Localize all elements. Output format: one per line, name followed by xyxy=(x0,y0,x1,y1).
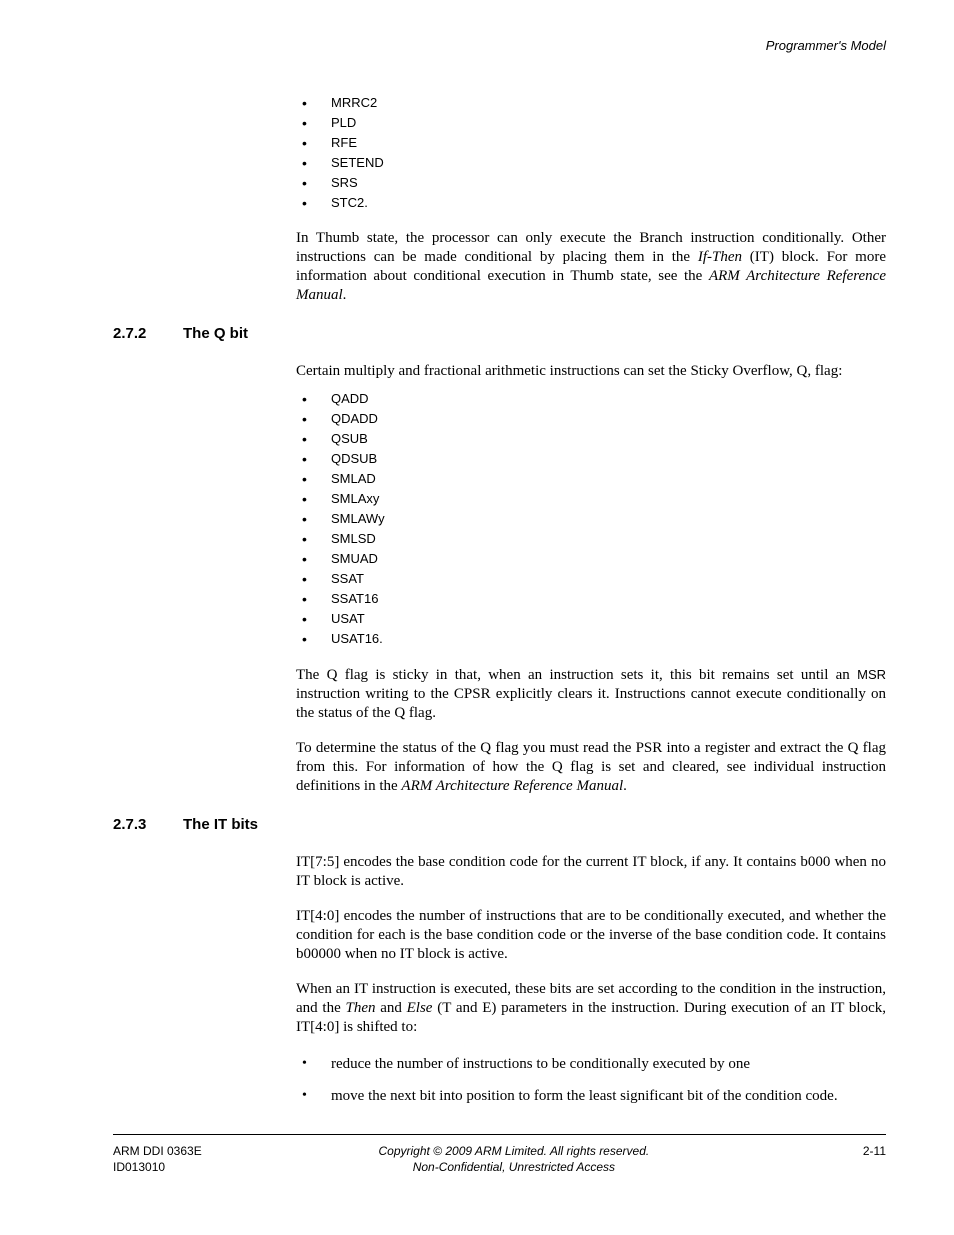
list-item: SMLAD xyxy=(296,469,886,489)
list-item: SRS xyxy=(296,173,886,193)
list-item: SMLAxy xyxy=(296,489,886,509)
page: Programmer's Model MRRC2 PLD RFE SETEND … xyxy=(0,0,954,1235)
section-273-body: IT[7:5] encodes the base condition code … xyxy=(296,853,886,1107)
content-column: MRRC2 PLD RFE SETEND SRS STC2. In Thumb … xyxy=(296,93,886,305)
italic: If-Then xyxy=(698,249,742,265)
italic: ARM Architecture Reference Manual xyxy=(401,778,623,794)
list-item: USAT xyxy=(296,609,886,629)
code: MSR xyxy=(857,667,886,682)
section-number: 2.7.2 xyxy=(113,325,183,342)
text: The Q flag is sticky in that, when an in… xyxy=(296,667,857,683)
doc-id: ARM DDI 0363E xyxy=(113,1143,202,1159)
footer-right: 2-11 xyxy=(826,1143,886,1159)
paragraph: IT[7:5] encodes the base condition code … xyxy=(296,853,886,891)
text: . xyxy=(623,778,627,794)
section-title: The IT bits xyxy=(183,816,258,833)
list-item: move the next bit into position to form … xyxy=(296,1085,886,1107)
list-item: PLD xyxy=(296,113,886,133)
text: instruction writing to the CPSR explicit… xyxy=(296,686,886,721)
paragraph: IT[4:0] encodes the number of instructio… xyxy=(296,907,886,964)
list-item: RFE xyxy=(296,133,886,153)
section-number: 2.7.3 xyxy=(113,816,183,833)
paragraph: Certain multiply and fractional arithmet… xyxy=(296,362,886,381)
list-item: QSUB xyxy=(296,429,886,449)
page-footer: ARM DDI 0363E ID013010 Copyright © 2009 … xyxy=(113,1134,886,1175)
text: . xyxy=(343,287,347,303)
list-item: reduce the number of instructions to be … xyxy=(296,1053,886,1075)
text: and xyxy=(375,1000,406,1016)
list-item: STC2. xyxy=(296,193,886,213)
doc-rev: ID013010 xyxy=(113,1159,202,1175)
instruction-list-q: QADD QDADD QSUB QDSUB SMLAD SMLAxy SMLAW… xyxy=(296,389,886,649)
list-item: SMUAD xyxy=(296,549,886,569)
list-item: QADD xyxy=(296,389,886,409)
paragraph-thumb: In Thumb state, the processor can only e… xyxy=(296,229,886,305)
running-header: Programmer's Model xyxy=(113,38,886,53)
it-actions-list: reduce the number of instructions to be … xyxy=(296,1053,886,1107)
copyright: Copyright © 2009 ARM Limited. All rights… xyxy=(202,1143,826,1159)
list-item: SMLAWy xyxy=(296,509,886,529)
section-272-body: Certain multiply and fractional arithmet… xyxy=(296,362,886,796)
instruction-list-intro: MRRC2 PLD RFE SETEND SRS STC2. xyxy=(296,93,886,213)
list-item: SSAT16 xyxy=(296,589,886,609)
section-heading-272: 2.7.2 The Q bit xyxy=(113,325,886,342)
paragraph: When an IT instruction is executed, thes… xyxy=(296,980,886,1037)
classification: Non-Confidential, Unrestricted Access xyxy=(202,1159,826,1175)
list-item: USAT16. xyxy=(296,629,886,649)
list-item: QDADD xyxy=(296,409,886,429)
list-item: MRRC2 xyxy=(296,93,886,113)
footer-left: ARM DDI 0363E ID013010 xyxy=(113,1143,202,1175)
list-item: SSAT xyxy=(296,569,886,589)
list-item: SMLSD xyxy=(296,529,886,549)
italic: Then xyxy=(345,1000,375,1016)
list-item: QDSUB xyxy=(296,449,886,469)
italic: Else xyxy=(407,1000,433,1016)
section-title: The Q bit xyxy=(183,325,248,342)
list-item: SETEND xyxy=(296,153,886,173)
footer-center: Copyright © 2009 ARM Limited. All rights… xyxy=(202,1143,826,1175)
page-number: 2-11 xyxy=(826,1143,886,1159)
paragraph: The Q flag is sticky in that, when an in… xyxy=(296,665,886,723)
section-heading-273: 2.7.3 The IT bits xyxy=(113,816,886,833)
paragraph: To determine the status of the Q flag yo… xyxy=(296,739,886,796)
